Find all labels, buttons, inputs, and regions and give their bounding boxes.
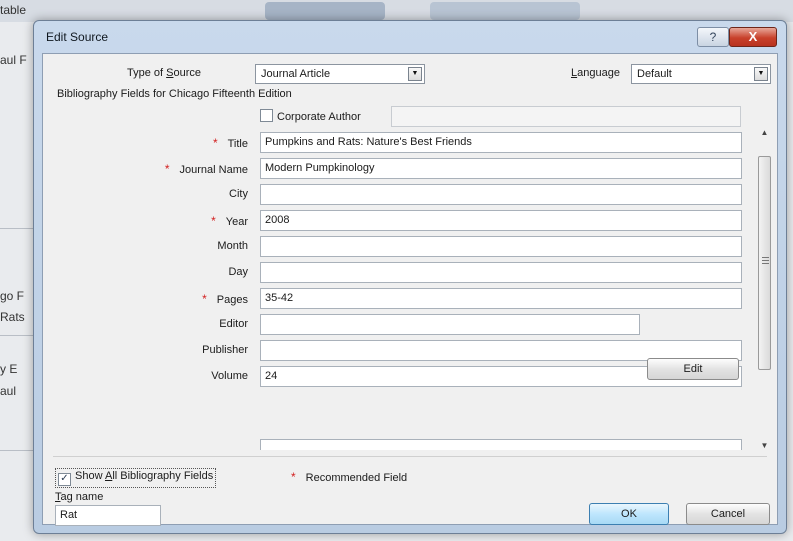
type-of-source-label: Type of Source xyxy=(127,67,202,79)
chevron-down-icon[interactable]: ▼ xyxy=(408,67,422,81)
background-text: aul xyxy=(0,384,17,398)
editor-field[interactable] xyxy=(260,314,640,335)
grip-icon xyxy=(762,257,769,265)
tag-name-label: Tag name xyxy=(55,491,104,503)
recommended-star-icon: * xyxy=(212,136,218,150)
recommended-star-icon: * xyxy=(164,162,170,176)
journal-name-label: * Journal Name xyxy=(164,162,248,176)
language-select[interactable]: Default ▼ xyxy=(631,64,771,84)
recommended-star-icon: * xyxy=(202,292,207,306)
tag-name-input[interactable]: Rat xyxy=(55,505,161,526)
month-label: Month xyxy=(217,240,248,252)
background-text: go F xyxy=(0,289,25,303)
issue-field-partial[interactable] xyxy=(260,439,742,450)
journal-name-field[interactable]: Modern Pumpkinology xyxy=(260,158,742,179)
background-ribbon xyxy=(0,0,793,22)
pages-label: * Pages xyxy=(202,292,248,306)
language-label: Language xyxy=(571,67,620,79)
edit-source-dialog: Edit Source ? X Type of Source Journal A… xyxy=(33,20,787,534)
checkbox-icon[interactable]: ✓ xyxy=(58,473,71,486)
cancel-button[interactable]: Cancel xyxy=(686,503,770,525)
day-field[interactable] xyxy=(260,262,742,283)
type-of-source-value: Journal Article xyxy=(261,68,331,80)
scrollbar-thumb[interactable] xyxy=(758,156,771,370)
checkbox-icon[interactable] xyxy=(260,109,273,122)
title-label: * Title xyxy=(212,136,248,150)
background-text: table xyxy=(0,3,27,17)
title-field[interactable]: Pumpkins and Rats: Nature's Best Friends xyxy=(260,132,742,153)
close-button[interactable]: X xyxy=(729,27,777,47)
year-field[interactable]: 2008 xyxy=(260,210,742,231)
language-value: Default xyxy=(637,68,672,80)
recommended-star-icon: * xyxy=(211,214,216,228)
chevron-down-icon[interactable]: ▼ xyxy=(754,67,768,81)
fields-scrollbar[interactable]: ▲ ▼ xyxy=(756,124,773,454)
recommended-star-icon: * xyxy=(291,470,296,484)
editor-label: Editor xyxy=(219,318,248,330)
bibliography-fields-heading: Bibliography Fields for Chicago Fifteent… xyxy=(57,88,292,100)
title-bar[interactable]: Edit Source ? X xyxy=(34,21,786,53)
recommended-field-legend: * Recommended Field xyxy=(291,470,408,484)
corporate-author-checkbox[interactable]: Corporate Author xyxy=(260,109,361,123)
day-label: Day xyxy=(228,266,248,278)
publisher-label: Publisher xyxy=(202,344,248,356)
ok-button[interactable]: OK xyxy=(589,503,669,525)
month-field[interactable] xyxy=(260,236,742,257)
city-label: City xyxy=(229,188,248,200)
close-icon: X xyxy=(748,29,758,44)
help-button[interactable]: ? xyxy=(697,27,729,47)
background-tab xyxy=(430,2,580,20)
year-label: * Year xyxy=(211,214,248,228)
background-text: aul F xyxy=(0,53,27,67)
editor-edit-button[interactable]: Edit xyxy=(647,358,739,380)
volume-label: Volume xyxy=(211,370,248,382)
dialog-title: Edit Source xyxy=(46,30,109,44)
scroll-down-icon[interactable]: ▼ xyxy=(756,437,773,454)
show-all-fields-checkbox[interactable]: ✓ Show All Bibliography Fields xyxy=(55,468,217,488)
help-icon: ? xyxy=(709,30,717,44)
background-tab xyxy=(265,2,385,20)
dialog-body: Type of Source Journal Article ▼ Languag… xyxy=(42,53,778,526)
type-of-source-select[interactable]: Journal Article ▼ xyxy=(255,64,425,84)
city-field[interactable] xyxy=(260,184,742,205)
pages-field[interactable]: 35-42 xyxy=(260,288,742,309)
separator xyxy=(53,456,767,457)
scroll-up-icon[interactable]: ▲ xyxy=(756,124,773,141)
background-text: Rats xyxy=(0,310,25,324)
corporate-author-field xyxy=(391,106,741,127)
background-text: y E xyxy=(0,362,18,376)
